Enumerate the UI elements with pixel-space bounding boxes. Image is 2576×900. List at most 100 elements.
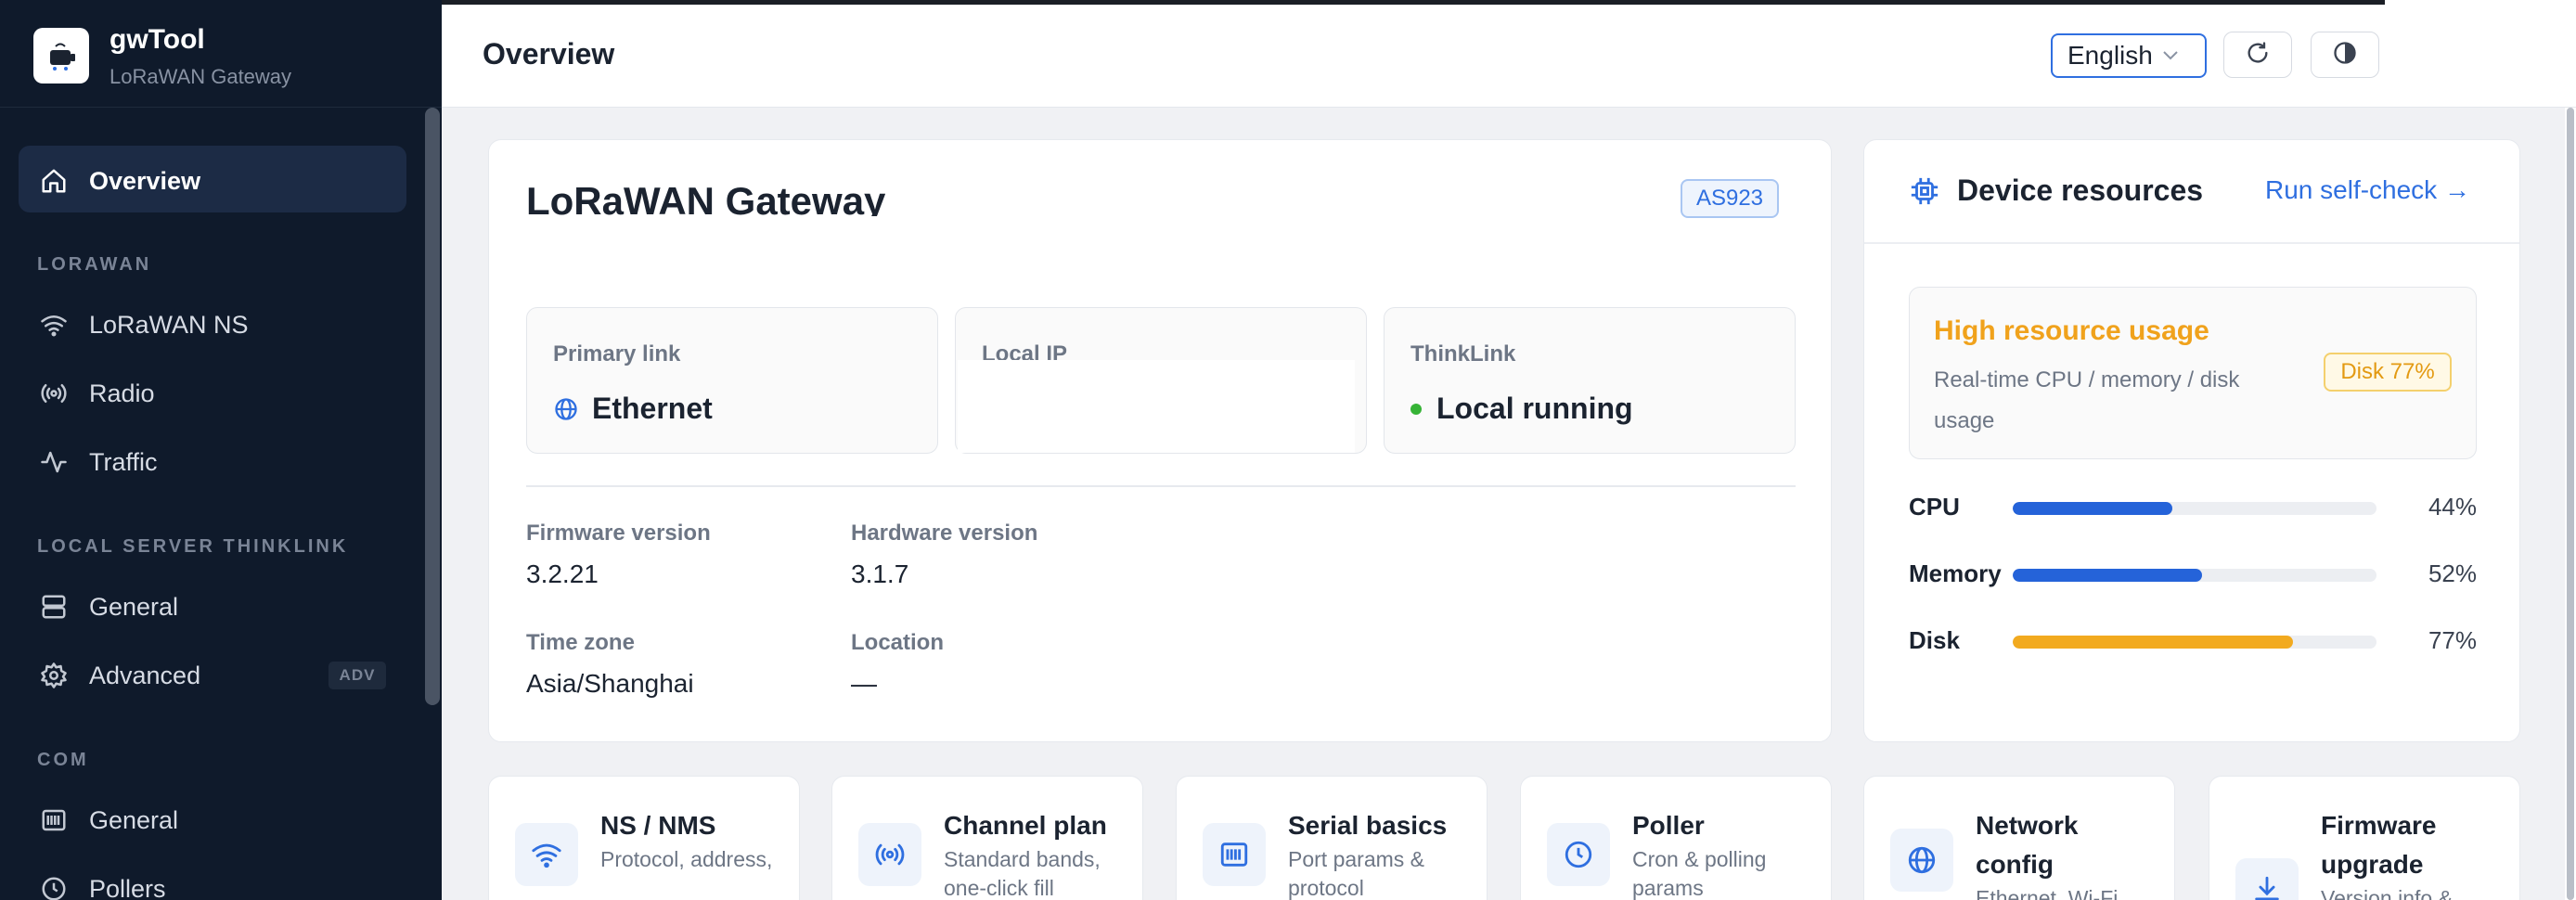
stat-primary-link: Primary link Ethernet xyxy=(526,307,938,454)
hardware-label: Hardware version xyxy=(851,521,1038,546)
tile-title: Poller xyxy=(1632,811,1705,840)
thinklink-value: Local running xyxy=(1436,392,1633,425)
gateway-card: LoRaWAN Gateway AS923 Primary link Ether… xyxy=(488,139,1832,742)
section-local-server: LOCAL SERVER THINKLINK xyxy=(37,536,349,557)
server-icon xyxy=(37,590,71,624)
theme-toggle-button[interactable] xyxy=(2311,32,2379,78)
clock-icon xyxy=(37,872,71,900)
activity-icon xyxy=(37,445,71,479)
main-scrollbar-thumb[interactable] xyxy=(2567,108,2574,900)
chevron-down-icon xyxy=(2162,45,2179,67)
cpu-bar-fill xyxy=(2013,502,2173,515)
resources-header: Device resources Run self-check → xyxy=(1864,140,2519,244)
stat-value: Local running xyxy=(1410,392,1633,426)
top-bar: Overview English xyxy=(442,0,2576,108)
tile-ns-nms[interactable]: NS / NMS Protocol, address, xyxy=(488,776,800,900)
tile-serial-basics[interactable]: Serial basics Port params & protocol xyxy=(1176,776,1488,900)
run-self-check-link[interactable]: Run self-check → xyxy=(2265,175,2470,205)
sidebar-item-com-general[interactable]: General xyxy=(37,802,178,839)
language-value: English xyxy=(2067,41,2153,70)
brand: gwTool LoRaWAN Gateway xyxy=(0,0,442,108)
sidebar-item-label: LoRaWAN NS xyxy=(89,310,249,339)
resources-title: Device resources xyxy=(1957,174,2204,207)
tile-network-config[interactable]: Network config Ethernet, Wi-Fi xyxy=(1863,776,2175,900)
refresh-button[interactable] xyxy=(2223,32,2292,78)
sidebar-item-general[interactable]: General xyxy=(37,588,178,625)
radio-icon xyxy=(858,823,921,886)
firmware-label: Firmware version xyxy=(526,521,711,546)
tile-title: Firmware upgrade xyxy=(2321,811,2437,879)
language-select[interactable]: English xyxy=(2051,33,2207,78)
tile-description: Protocol, address, xyxy=(600,847,773,871)
stat-local-ip: Local IP xyxy=(955,307,1367,454)
cpu-percent: 44% xyxy=(2428,493,2477,521)
disk-label: Disk xyxy=(1909,626,1960,654)
stat-label: ThinkLink xyxy=(1410,341,1516,366)
globe-icon xyxy=(553,396,579,422)
radio-icon xyxy=(37,377,71,410)
sidebar-item-label: General xyxy=(89,592,179,621)
app-subtitle: LoRaWAN Gateway xyxy=(109,65,292,88)
serial-icon xyxy=(1203,823,1266,886)
tile-description: Standard bands, one-click fill xyxy=(944,847,1101,900)
memory-label: Memory xyxy=(1909,559,2002,587)
sidebar-item-radio[interactable]: Radio xyxy=(37,375,155,412)
app-name: gwTool xyxy=(109,24,205,55)
disk-percent: 77% xyxy=(2428,626,2477,654)
sidebar-item-label: Radio xyxy=(89,379,155,407)
primary-link-value: Ethernet xyxy=(592,392,713,425)
gateway-title: LoRaWAN Gateway xyxy=(526,179,886,216)
stat-value: Ethernet xyxy=(553,392,713,426)
tile-description: Ethernet, Wi-Fi xyxy=(1976,886,2119,900)
sidebar-scrollbar[interactable] xyxy=(425,108,440,705)
main-scrollbar[interactable] xyxy=(2565,108,2576,900)
gear-icon xyxy=(37,659,71,692)
memory-bar-fill xyxy=(2013,569,2202,582)
sidebar-item-label: Pollers xyxy=(89,874,166,900)
cpu-bar xyxy=(2013,502,2376,515)
section-com: COM xyxy=(37,750,89,770)
sidebar-item-label: Traffic xyxy=(89,447,158,476)
stat-label: Primary link xyxy=(553,341,681,366)
resource-alert: High resource usage Real-time CPU / memo… xyxy=(1909,287,2477,459)
tile-description: Version info & xyxy=(2321,886,2453,900)
sidebar-item-advanced[interactable]: Advanced xyxy=(37,657,200,694)
refresh-icon xyxy=(2245,40,2271,71)
tile-poller[interactable]: Poller Cron & polling params xyxy=(1520,776,1832,900)
status-dot-icon xyxy=(1410,403,1422,415)
wifi-icon xyxy=(37,308,71,341)
hardware-value: 3.1.7 xyxy=(851,559,909,588)
tile-channel-plan[interactable]: Channel plan Standard bands, one-click f… xyxy=(831,776,1143,900)
region-badge: AS923 xyxy=(1681,179,1779,218)
tile-description: Cron & polling params xyxy=(1632,847,1767,900)
download-icon xyxy=(2235,858,2299,900)
local-ip-placeholder xyxy=(958,360,1355,453)
tile-title: Serial basics xyxy=(1288,811,1448,840)
sidebar-item-overview[interactable]: Overview xyxy=(37,162,200,199)
sidebar-item-pollers[interactable]: Pollers xyxy=(37,870,166,900)
stat-thinklink: ThinkLink Local running xyxy=(1384,307,1796,454)
sidebar-item-label: Advanced xyxy=(89,661,201,689)
memory-percent: 52% xyxy=(2428,559,2477,587)
tile-description: Port params & protocol xyxy=(1288,847,1424,900)
tile-title: NS / NMS xyxy=(600,811,716,840)
contrast-icon xyxy=(2332,40,2358,71)
serial-icon xyxy=(37,804,71,837)
sidebar-item-label: Overview xyxy=(89,166,201,195)
globe-icon xyxy=(1890,829,1953,892)
timezone-label: Time zone xyxy=(526,630,635,655)
alert-title: High resource usage xyxy=(1934,315,2209,346)
firmware-value: 3.2.21 xyxy=(526,559,599,588)
tile-firmware-upgrade[interactable]: Firmware upgrade Version info & xyxy=(2209,776,2520,900)
tile-title: Network config xyxy=(1976,811,2079,879)
timezone-value: Asia/Shanghai xyxy=(526,669,694,698)
sidebar-item-traffic[interactable]: Traffic xyxy=(37,444,158,481)
device-resources-card: Device resources Run self-check → High r… xyxy=(1863,139,2520,742)
gateway-logo-icon xyxy=(33,28,89,84)
disk-bar-fill xyxy=(2013,636,2293,649)
advanced-badge: ADV xyxy=(328,662,386,689)
section-lorawan: LORAWAN xyxy=(37,254,152,275)
top-loading-bar xyxy=(442,0,2385,5)
sidebar-item-lorawan-ns[interactable]: LoRaWAN NS xyxy=(37,306,249,343)
tile-title: Channel plan xyxy=(944,811,1107,840)
